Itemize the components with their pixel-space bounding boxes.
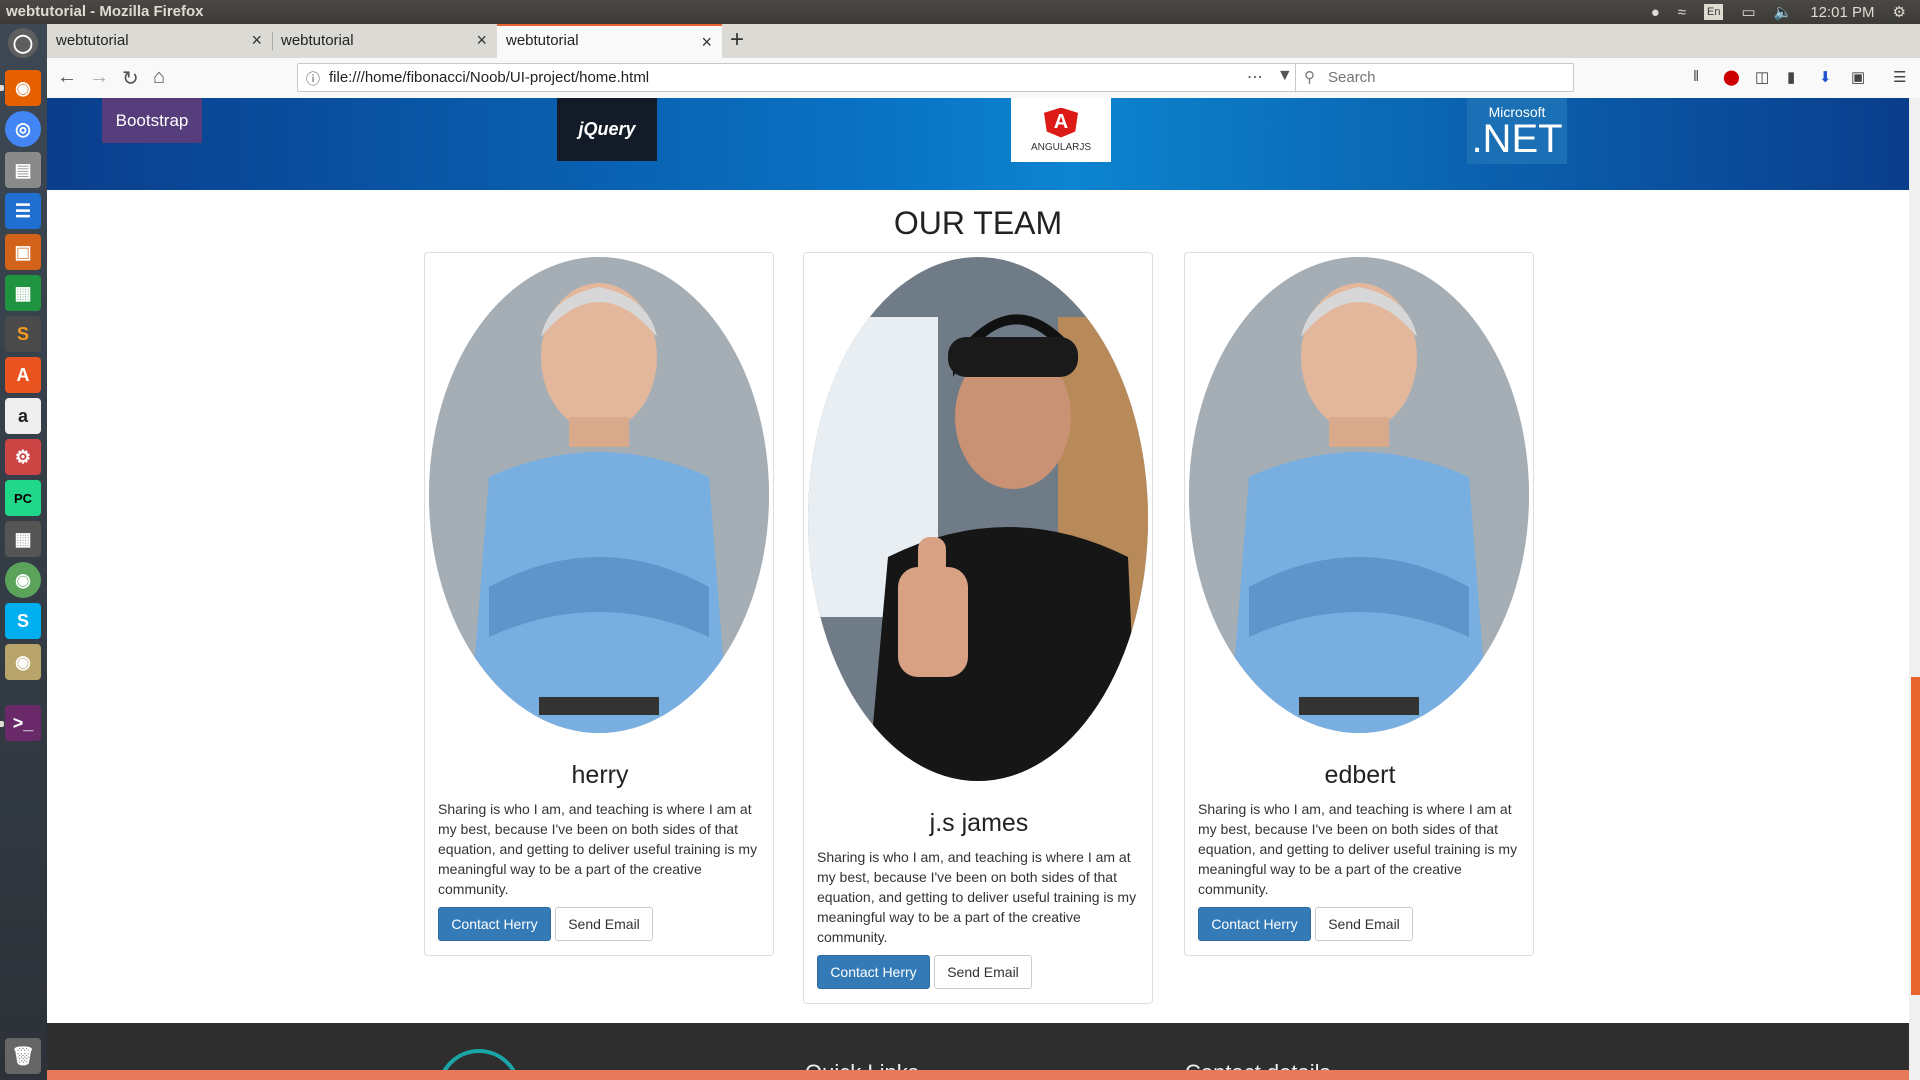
app-launcher: ◯ ◉ ◎ ▤ ☰ ▣ ▦ S A a ⚙ PC ▦ ◉ S ◉ >_ 🗑	[0, 24, 48, 1080]
close-tab-icon[interactable]: ×	[476, 30, 487, 51]
writer-icon[interactable]: ☰	[5, 193, 41, 229]
send-email-button[interactable]: Send Email	[1315, 907, 1413, 941]
system-top-bar: webtutorial - Mozilla Firefox ● ≈ En ▭ 🔈…	[0, 0, 1920, 24]
forward-icon[interactable]: →	[89, 66, 109, 89]
member-description: Sharing is who I am, and teaching is whe…	[1198, 801, 1518, 897]
browser-tab-active[interactable]: webtutorial ×	[497, 24, 722, 59]
home-icon[interactable]: ⌂	[153, 66, 165, 89]
battery-icon[interactable]: ▭	[1741, 3, 1755, 21]
browser-tab[interactable]: webtutorial ×	[47, 24, 272, 58]
contact-button[interactable]: Contact Herry	[1198, 907, 1311, 941]
url-text[interactable]: file:///home/fibonacci/Noob/UI-project/h…	[329, 69, 649, 86]
new-tab-icon[interactable]: +	[730, 26, 744, 54]
navigation-toolbar: ← → ↻ ⌂ ⓘ file:///home/fibonacci/Noob/UI…	[47, 58, 1920, 99]
search-input[interactable]	[1326, 68, 1560, 87]
menu-icon[interactable]: ☰	[1893, 68, 1906, 86]
member-description: Sharing is who I am, and teaching is whe…	[817, 849, 1137, 945]
pycharm-icon[interactable]: PC	[5, 480, 41, 516]
bootstrap-logo: Bootstrap	[102, 98, 202, 143]
angular-shield-icon: A	[1044, 107, 1078, 138]
chrome-icon[interactable]: ◎	[5, 111, 41, 147]
member-name: edbert	[1324, 761, 1396, 789]
footer-accent-stripe	[47, 1070, 1909, 1080]
dotnet-logo: Microsoft .NET	[1467, 98, 1567, 164]
terminal-icon[interactable]: >_	[5, 705, 41, 741]
tab-strip: webtutorial × webtutorial × webtutorial …	[47, 24, 1920, 59]
firefox-icon[interactable]: ◉	[5, 70, 41, 106]
app-icon[interactable]: ◉	[5, 562, 41, 598]
pocket-icon[interactable]: ▼	[1277, 67, 1293, 87]
tab-label: webtutorial	[506, 32, 579, 49]
files-icon[interactable]: ▤	[5, 152, 41, 188]
settings-gear-icon[interactable]: ⚙	[1893, 3, 1906, 21]
keyboard-layout-indicator[interactable]: En	[1703, 4, 1724, 20]
close-tab-icon[interactable]: ×	[701, 32, 712, 53]
member-photo	[429, 257, 769, 733]
download-manager-icon[interactable]: ⬇	[1819, 68, 1832, 86]
jquery-logo: jQuery	[557, 98, 657, 161]
page-info-icon[interactable]: ⓘ	[306, 69, 320, 89]
member-description: Sharing is who I am, and teaching is whe…	[438, 801, 758, 897]
contact-button[interactable]: Contact Herry	[438, 907, 551, 941]
technology-logos-banner: Bootstrap jQuery A ANGULARJS Microsoft .…	[47, 98, 1909, 190]
trash-icon[interactable]: 🗑	[5, 1038, 41, 1074]
member-photo	[808, 257, 1148, 781]
send-email-button[interactable]: Send Email	[934, 955, 1032, 989]
library-icon[interactable]: ‖	[1693, 68, 1699, 85]
tab-label: webtutorial	[281, 32, 354, 49]
sidebar-icon[interactable]: ◫	[1755, 68, 1769, 86]
volume-icon[interactable]: 🔈	[1774, 3, 1793, 21]
url-bar[interactable]: ⓘ file:///home/fibonacci/Noob/UI-project…	[297, 63, 1330, 92]
team-member-card: j.s james Sharing is who I am, and teach…	[803, 252, 1153, 1004]
calc-icon[interactable]: ▦	[5, 275, 41, 311]
member-name: j.s james	[929, 809, 1029, 837]
close-tab-icon[interactable]: ×	[251, 30, 262, 51]
skype-icon[interactable]: S	[5, 603, 41, 639]
browser-tab[interactable]: webtutorial ×	[272, 24, 497, 58]
amazon-icon[interactable]: a	[5, 398, 41, 434]
reader-icon[interactable]: ▮	[1787, 68, 1795, 86]
page-footer: Quick Links Contact details	[47, 1023, 1909, 1080]
window-title: webtutorial - Mozilla Firefox	[6, 3, 204, 20]
page-actions-icon[interactable]: ⋯	[1247, 67, 1263, 87]
back-icon[interactable]: ←	[57, 66, 77, 89]
page-viewport: Bootstrap jQuery A ANGULARJS Microsoft .…	[47, 98, 1909, 1080]
member-photo	[1189, 257, 1529, 733]
disk-utility-icon[interactable]: ◉	[5, 644, 41, 680]
search-box[interactable]: ⚲	[1295, 63, 1574, 92]
skype-tray-icon[interactable]: ●	[1651, 4, 1660, 21]
adblock-icon[interactable]: ⬤	[1723, 68, 1740, 86]
team-section-title: OUR TEAM	[893, 205, 1063, 241]
man-crossed-arms-image	[1189, 257, 1529, 733]
send-email-button[interactable]: Send Email	[555, 907, 653, 941]
tab-label: webtutorial	[56, 32, 129, 49]
contact-button[interactable]: Contact Herry	[817, 955, 930, 989]
wifi-icon[interactable]: ≈	[1678, 4, 1686, 21]
reload-icon[interactable]: ↻	[122, 66, 139, 91]
member-name: herry	[571, 761, 629, 789]
team-member-card: herry Sharing is who I am, and teaching …	[424, 252, 774, 956]
scrollbar-thumb[interactable]	[1911, 677, 1920, 995]
man-crossed-arms-image	[429, 257, 769, 733]
system-tray: ● ≈ En ▭ 🔈 12:01 PM ⚙	[1651, 0, 1906, 24]
dash-home-icon[interactable]: ◯	[8, 28, 38, 58]
clock[interactable]: 12:01 PM	[1810, 4, 1874, 21]
angularjs-logo: A ANGULARJS	[1011, 98, 1111, 162]
impress-icon[interactable]: ▣	[5, 234, 41, 270]
search-icon: ⚲	[1304, 69, 1315, 86]
team-member-card: edbert Sharing is who I am, and teaching…	[1184, 252, 1534, 956]
system-settings-icon[interactable]: ⚙	[5, 439, 41, 475]
extension-icon[interactable]: ▣	[1851, 68, 1865, 86]
workspace-switcher-icon[interactable]: ▦	[5, 521, 41, 557]
delivery-man-thumbs-up-image	[808, 257, 1148, 781]
software-center-icon[interactable]: A	[5, 357, 41, 393]
sublime-text-icon[interactable]: S	[5, 316, 41, 352]
